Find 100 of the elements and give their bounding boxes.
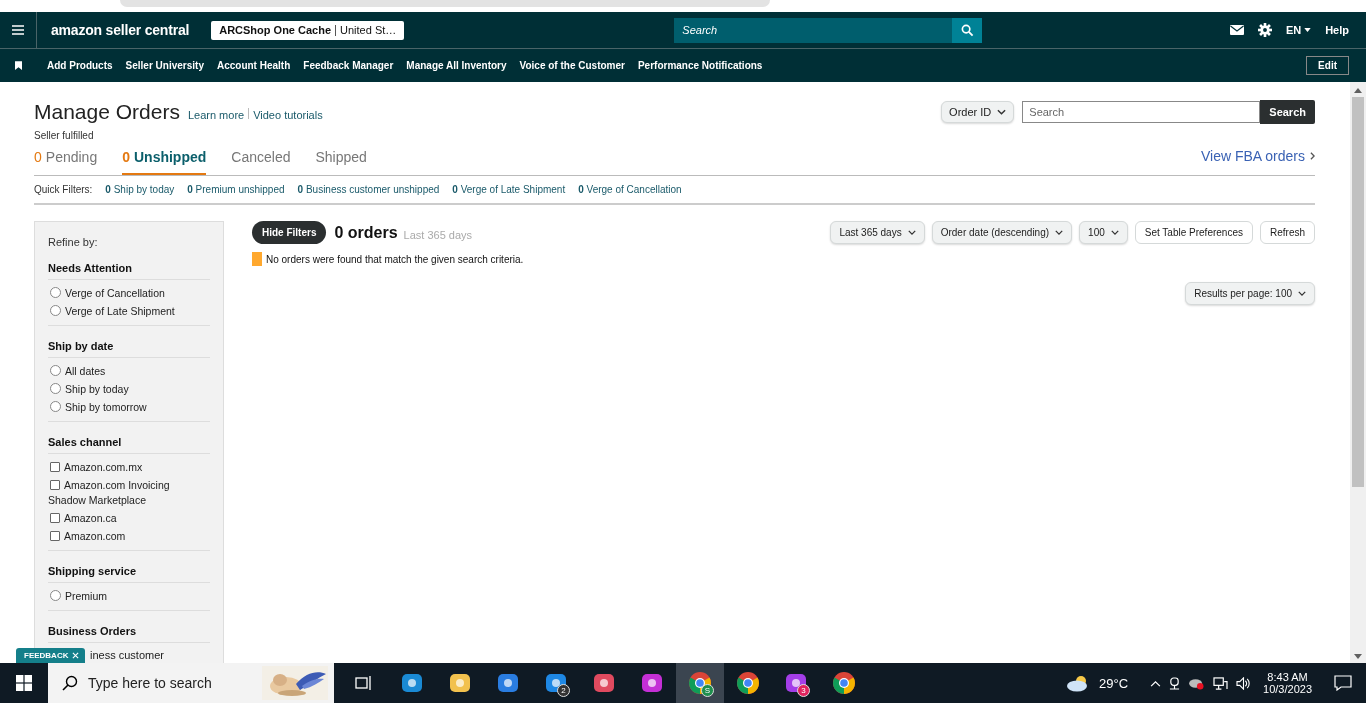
quick-filter-link[interactable]: 0 Verge of Cancellation xyxy=(578,184,682,195)
chevron-down-icon xyxy=(907,230,916,235)
scroll-down-icon[interactable] xyxy=(1354,654,1362,659)
volume-icon[interactable] xyxy=(1236,676,1252,690)
filter-option[interactable]: Amazon.ca xyxy=(48,511,210,526)
logo[interactable]: amazon seller central xyxy=(36,12,202,48)
language-selector[interactable]: EN xyxy=(1285,24,1312,36)
search-field[interactable]: Search xyxy=(674,17,953,43)
section-title: Sales channel xyxy=(48,436,210,454)
status-tab[interactable]: 0 Unshipped xyxy=(122,149,207,175)
status-tab[interactable]: 0 Pending xyxy=(34,149,98,175)
chevron-down-icon xyxy=(1055,230,1064,235)
nav-link[interactable]: Add Products xyxy=(47,60,113,71)
app-badge: 3 xyxy=(797,684,810,697)
close-icon xyxy=(72,652,80,659)
menu-icon[interactable] xyxy=(11,24,25,36)
caret-icon xyxy=(1304,28,1312,32)
filter-option[interactable]: Ship by tomorrow xyxy=(48,400,210,415)
filter-option[interactable]: Amazon.com.mx xyxy=(48,460,210,475)
dropdown[interactable]: 100 xyxy=(1079,221,1128,244)
taskbar-app[interactable]: 3 xyxy=(772,663,820,703)
feedback-tab[interactable]: FEEDBACK xyxy=(16,648,86,663)
mail-icon[interactable] xyxy=(1229,25,1244,35)
filter-option[interactable]: Premium xyxy=(48,589,210,604)
app-icon xyxy=(592,671,616,695)
settings-icon[interactable] xyxy=(1257,23,1272,37)
nav-link[interactable]: Voice of the Customer xyxy=(519,60,625,71)
date-range: Last 365 days xyxy=(403,228,473,241)
app-icon xyxy=(400,671,424,695)
dropdown[interactable]: Last 365 days xyxy=(830,221,925,244)
filter-option[interactable]: All dates xyxy=(48,364,210,379)
results-per-page-dropdown[interactable]: Results per page: 100 xyxy=(1185,282,1315,305)
warning-icon xyxy=(252,252,262,266)
clock-date[interactable]: 10/3/2023 xyxy=(1263,683,1312,695)
section-title: Shipping service xyxy=(48,565,210,583)
quick-filters-label: Quick Filters: xyxy=(34,184,93,195)
section-title: Business Orders xyxy=(48,625,210,643)
filter-option[interactable]: Amazon.com Invoicing Shadow Marketplace xyxy=(48,478,210,508)
scrollbar[interactable] xyxy=(1350,82,1366,663)
section-title: Ship by date xyxy=(48,340,210,358)
view-fba-link[interactable]: View FBA orders xyxy=(1201,148,1315,175)
app-icon xyxy=(640,671,664,695)
table-button[interactable]: Set Table Preferences xyxy=(1134,221,1253,244)
nav-link[interactable]: Manage All Inventory xyxy=(406,60,507,71)
section-title: Needs Attention xyxy=(48,262,210,280)
dropdown[interactable]: Order date (descending) xyxy=(931,221,1073,244)
browser-icon xyxy=(736,671,760,695)
app-icon xyxy=(784,671,808,695)
app-icon xyxy=(544,671,568,695)
empty-message: No orders were found that match the given search criteria. xyxy=(266,253,524,265)
taskbar-app[interactable]: S xyxy=(676,663,724,703)
nav-link[interactable]: Seller University xyxy=(125,60,204,71)
app-badge: 2 xyxy=(557,684,570,697)
app-badge: S xyxy=(701,684,714,697)
chevron-down-icon xyxy=(997,109,1007,115)
filter-option[interactable]: Verge of Late Shipment xyxy=(48,304,210,319)
bookmark-icon[interactable] xyxy=(15,61,22,70)
store-selector[interactable]: ARCShop One Cache United St… xyxy=(211,20,405,40)
quick-filter-link[interactable]: 0 Ship by today xyxy=(105,184,175,195)
filter-option[interactable]: Ship by today xyxy=(48,382,210,397)
filter-option[interactable]: Verge of Cancellation xyxy=(48,286,210,301)
table-button[interactable]: Refresh xyxy=(1260,221,1315,244)
nav-link[interactable]: Performance Notifications xyxy=(637,60,763,71)
windows-icon[interactable] xyxy=(16,675,32,691)
help-link[interactable]: Learn more xyxy=(187,109,245,121)
notifications-icon[interactable] xyxy=(1334,675,1352,691)
cloud-error-icon[interactable] xyxy=(1188,676,1206,690)
temperature[interactable]: 29°C xyxy=(1099,675,1129,691)
quick-filter-link[interactable]: 0 Verge of Late Shipment xyxy=(452,184,566,195)
quick-filter-link[interactable]: 0 Premium unshipped xyxy=(187,184,285,195)
filter-option[interactable]: iness customer xyxy=(90,649,164,661)
search-button[interactable] xyxy=(952,17,983,43)
taskbar-app[interactable]: 2 xyxy=(532,663,580,703)
quick-filter-link[interactable]: 0 Business customer unshipped xyxy=(297,184,440,195)
nav-link[interactable]: Feedback Manager xyxy=(303,60,394,71)
status-tab[interactable]: Canceled xyxy=(231,149,291,175)
search-type-dropdown[interactable]: Order ID xyxy=(941,101,1015,123)
help-link[interactable]: Video tutorials xyxy=(253,109,323,121)
edit-button[interactable]: Edit xyxy=(1306,56,1349,75)
help-link[interactable]: Help xyxy=(1325,24,1349,36)
filter-option[interactable]: Amazon.com xyxy=(48,529,210,544)
status-tab[interactable]: Shipped xyxy=(315,149,367,175)
hide-filters-button[interactable]: Hide Filters xyxy=(252,221,327,244)
page-title: Manage Orders xyxy=(34,100,180,124)
scroll-up-icon[interactable] xyxy=(1354,88,1362,93)
taskbar-search-field[interactable]: Type here to search xyxy=(48,663,334,703)
chevron-up-icon[interactable] xyxy=(1150,679,1162,687)
chevron-right-icon xyxy=(1310,152,1315,160)
nav-link[interactable]: Account Health xyxy=(216,60,291,71)
chevron-down-icon xyxy=(1110,230,1119,235)
app-icon xyxy=(448,671,472,695)
clock-time[interactable]: 8:43 AM xyxy=(1267,671,1308,683)
search-button[interactable]: Search xyxy=(1260,100,1315,124)
scroll-thumb[interactable] xyxy=(1352,97,1364,487)
search-icon xyxy=(62,675,78,691)
order-count: 0 orders xyxy=(334,223,398,242)
order-search-field[interactable]: Search xyxy=(1022,101,1261,123)
search-icon xyxy=(960,23,974,37)
network-icon[interactable] xyxy=(1213,676,1229,690)
panel-title: Refine by: xyxy=(48,236,99,248)
